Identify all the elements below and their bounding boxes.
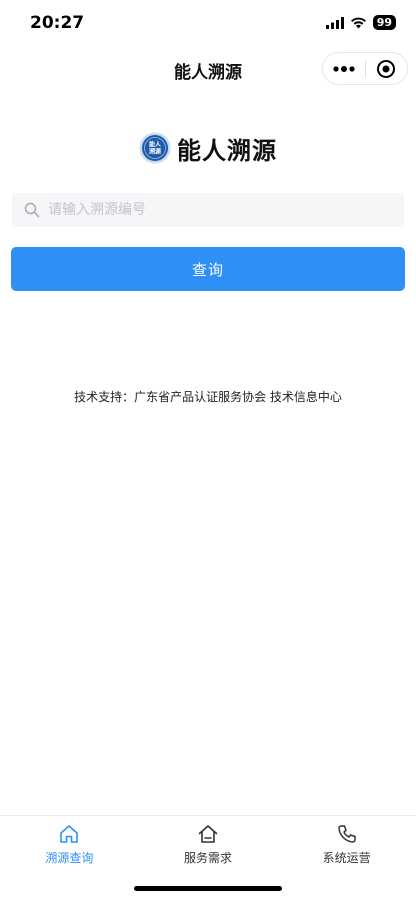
brand-title: 能人溯源 <box>177 136 277 165</box>
tab-system-operation[interactable]: 系统运营 <box>277 816 416 875</box>
wifi-icon <box>350 17 366 28</box>
search-box[interactable] <box>12 193 404 227</box>
tab-label: 溯源查询 <box>45 851 94 865</box>
status-time: 20:27 <box>30 13 85 33</box>
logo-text-bottom: 溯源 <box>149 148 161 156</box>
tab-bar: 溯源查询 服务需求 系统运营 <box>0 815 416 875</box>
close-miniprogram-button[interactable] <box>366 53 408 84</box>
home-indicator <box>134 886 282 891</box>
search-icon <box>24 202 40 218</box>
signal-icon <box>325 16 344 29</box>
support-text: 技术支持：广东省产品认证服务协会 技术信息中心 <box>74 390 342 404</box>
phone-icon <box>337 825 356 843</box>
status-bar: 20:27 99 <box>0 0 416 46</box>
search-input[interactable] <box>48 202 378 218</box>
miniprogram-capsule <box>322 52 408 85</box>
brand-logo: 能人 溯源 <box>139 132 171 164</box>
home-icon <box>60 825 79 843</box>
tab-trace-query[interactable]: 溯源查询 <box>0 816 139 875</box>
brand-header: 能人 溯源 能人溯源 <box>0 130 416 166</box>
tab-label: 系统运营 <box>322 851 371 865</box>
house-outline-icon <box>198 825 218 843</box>
logo-text-top: 能人 <box>149 141 162 149</box>
status-icons: 99 <box>325 15 396 30</box>
query-button[interactable]: 查询 <box>11 247 405 291</box>
more-button[interactable] <box>323 53 365 84</box>
tab-service-demand[interactable]: 服务需求 <box>139 816 278 875</box>
nav-bar: 能人溯源 <box>0 48 416 92</box>
battery-indicator: 99 <box>372 15 396 30</box>
tab-label: 服务需求 <box>184 851 233 865</box>
more-dots-icon <box>333 65 355 72</box>
target-icon <box>377 59 396 78</box>
